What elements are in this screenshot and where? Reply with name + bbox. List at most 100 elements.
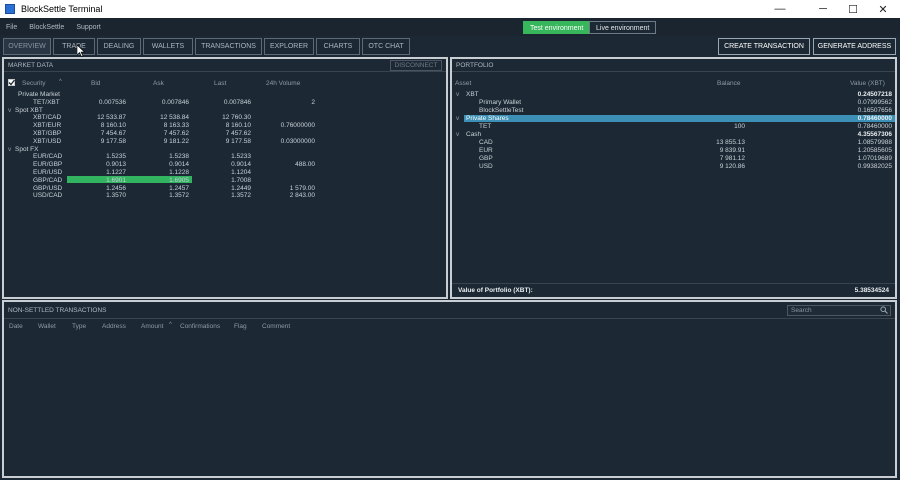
market-row-ask[interactable]: 1.3572 [169,192,189,199]
market-row-bid[interactable]: 1.6901 [106,177,126,184]
col-comment[interactable]: Comment [262,323,290,330]
test-environment-button[interactable]: Test environment [523,21,591,34]
portfolio-row-label[interactable]: USD [479,163,493,170]
market-row-ask[interactable]: 1.2457 [169,185,189,192]
col-value-xbt[interactable]: Value (XBT) [850,80,885,87]
tab-explorer[interactable]: EXPLORER [264,38,314,55]
col-date[interactable]: Date [9,323,23,330]
tab-overview[interactable]: OVERVIEW [3,38,51,55]
market-row-bid[interactable]: 1.3570 [106,192,126,199]
market-row-security[interactable]: EUR/USD [33,169,62,176]
col-ask[interactable]: Ask [153,80,164,87]
market-row-security[interactable]: TET/XBT [33,99,60,106]
portfolio-row-label[interactable]: Private Shares [466,115,509,122]
market-data-panel: MARKET DATA DISCONNECT Security ^ Bid As… [2,57,448,299]
col-asset[interactable]: Asset [455,80,471,87]
market-row-ask[interactable]: 1.1228 [169,169,189,176]
market-row-bid[interactable]: 0.007536 [99,99,126,106]
portfolio-row-value: 0.99382025 [857,163,892,170]
col-24h-volume[interactable]: 24h Volume [266,80,300,87]
close-button[interactable]: ✕ [868,0,898,18]
live-environment-button[interactable]: Live environment [589,21,657,34]
market-row-security[interactable]: EUR/CAD [33,153,62,160]
minimize-button[interactable]: ─ [808,0,838,18]
market-row-bid[interactable]: 8 160.10 [101,122,126,129]
portfolio-row-label[interactable]: XBT [466,91,479,98]
app-logo-icon [5,4,15,14]
tab-charts[interactable]: CHARTS [316,38,360,55]
app-menu-dash-icon[interactable]: — [765,0,795,18]
mouse-cursor-icon [77,45,85,57]
portfolio-row-value: 1.20585605 [857,147,892,154]
col-amount[interactable]: Amount [141,323,163,330]
market-row-ask[interactable]: 8 163.33 [164,122,189,129]
market-row-volume: 488.00 [295,161,315,169]
portfolio-row-label[interactable]: Cash [466,131,481,138]
market-row-security[interactable]: XBT/CAD [33,114,61,121]
portfolio-row-label[interactable]: BlockSettleTest [479,107,523,114]
market-row-security[interactable]: XBT/GBP [33,130,61,137]
col-last[interactable]: Last [214,80,226,87]
market-row-security[interactable]: XBT/EUR [33,122,61,129]
menu-file[interactable]: File [6,24,17,31]
col-balance[interactable]: Balance [717,80,741,87]
tab-trade[interactable]: TRADE [53,38,95,55]
market-row-ask[interactable]: 0.9014 [169,161,189,168]
col-bid[interactable]: Bid [91,80,100,87]
expand-arrow-icon[interactable]: v [456,131,459,138]
expand-arrow-icon[interactable]: v [456,91,459,98]
tab-transactions[interactable]: TRANSACTIONS [195,38,262,55]
select-all-checkbox[interactable] [8,79,15,86]
portfolio-total-label: Value of Portfolio (XBT): [458,287,533,294]
group-arrow-icon[interactable]: v [8,146,11,153]
market-row-volume: 0.76000000 [280,122,315,130]
market-row-security[interactable]: EUR/GBP [33,161,62,168]
market-row-ask[interactable]: 7 457.62 [164,130,189,137]
tab-dealing[interactable]: DEALING [97,38,141,55]
portfolio-row-label[interactable]: Primary Wallet [479,99,521,106]
market-row-bid[interactable]: 1.5235 [106,153,126,160]
market-row-security[interactable]: GBP/CAD [33,177,62,184]
market-row-bid[interactable]: 12 533.87 [97,114,126,121]
market-row-ask[interactable]: 1.5238 [169,153,189,160]
portfolio-row-label[interactable]: TET [479,123,491,130]
maximize-button[interactable]: ☐ [838,0,868,18]
market-row-security[interactable]: USD/CAD [33,192,62,199]
market-row-bid[interactable]: 9 177.58 [101,138,126,145]
col-security[interactable]: Security [22,80,45,87]
create-transaction-button[interactable]: CREATE TRANSACTION [718,38,810,55]
market-row-ask[interactable]: 0.007846 [162,99,189,106]
expand-arrow-icon[interactable]: v [456,115,459,122]
generate-address-button[interactable]: GENERATE ADDRESS [813,38,896,55]
portfolio-row-label[interactable]: CAD [479,139,493,146]
search-icon[interactable] [880,306,888,314]
tab-otc-chat[interactable]: OTC CHAT [362,38,410,55]
market-row-security[interactable]: GBP/USD [33,185,62,192]
menu-support[interactable]: Support [76,24,101,31]
market-row-bid[interactable]: 1.1227 [106,169,126,176]
market-row-last: 12 760.30 [222,114,251,122]
portfolio-table: Asset Balance Value (XBT) v XBT 0.24507218… [452,73,895,283]
col-flag[interactable]: Flag [234,323,247,330]
group-arrow-icon[interactable]: v [8,107,11,114]
portfolio-row-value: 0.78460000 [857,115,892,122]
portfolio-row-label[interactable]: GBP [479,155,493,162]
col-confirmations[interactable]: Confirmations [180,323,220,330]
col-wallet[interactable]: Wallet [38,323,56,330]
col-address[interactable]: Address [102,323,126,330]
market-row-ask[interactable]: 12 538.84 [160,114,189,121]
market-row-ask[interactable]: 9 181.22 [164,138,189,145]
disconnect-button[interactable]: DISCONNECT [390,60,442,71]
market-row-bid[interactable]: 7 454.67 [101,130,126,137]
market-row-ask[interactable]: 1.6905 [169,177,189,184]
tab-wallets[interactable]: WALLETS [143,38,193,55]
col-type[interactable]: Type [72,323,86,330]
market-data-header: MARKET DATA DISCONNECT [4,59,446,72]
menu-blocksettle[interactable]: BlockSettle [29,24,64,31]
market-row-bid[interactable]: 1.2456 [106,185,126,192]
market-row-bid[interactable]: 0.9013 [106,161,126,168]
search-input[interactable]: Search [787,305,891,316]
market-row-security[interactable]: XBT/USD [33,138,61,145]
selected-row-highlight [464,114,895,122]
portfolio-row-label[interactable]: EUR [479,147,493,154]
